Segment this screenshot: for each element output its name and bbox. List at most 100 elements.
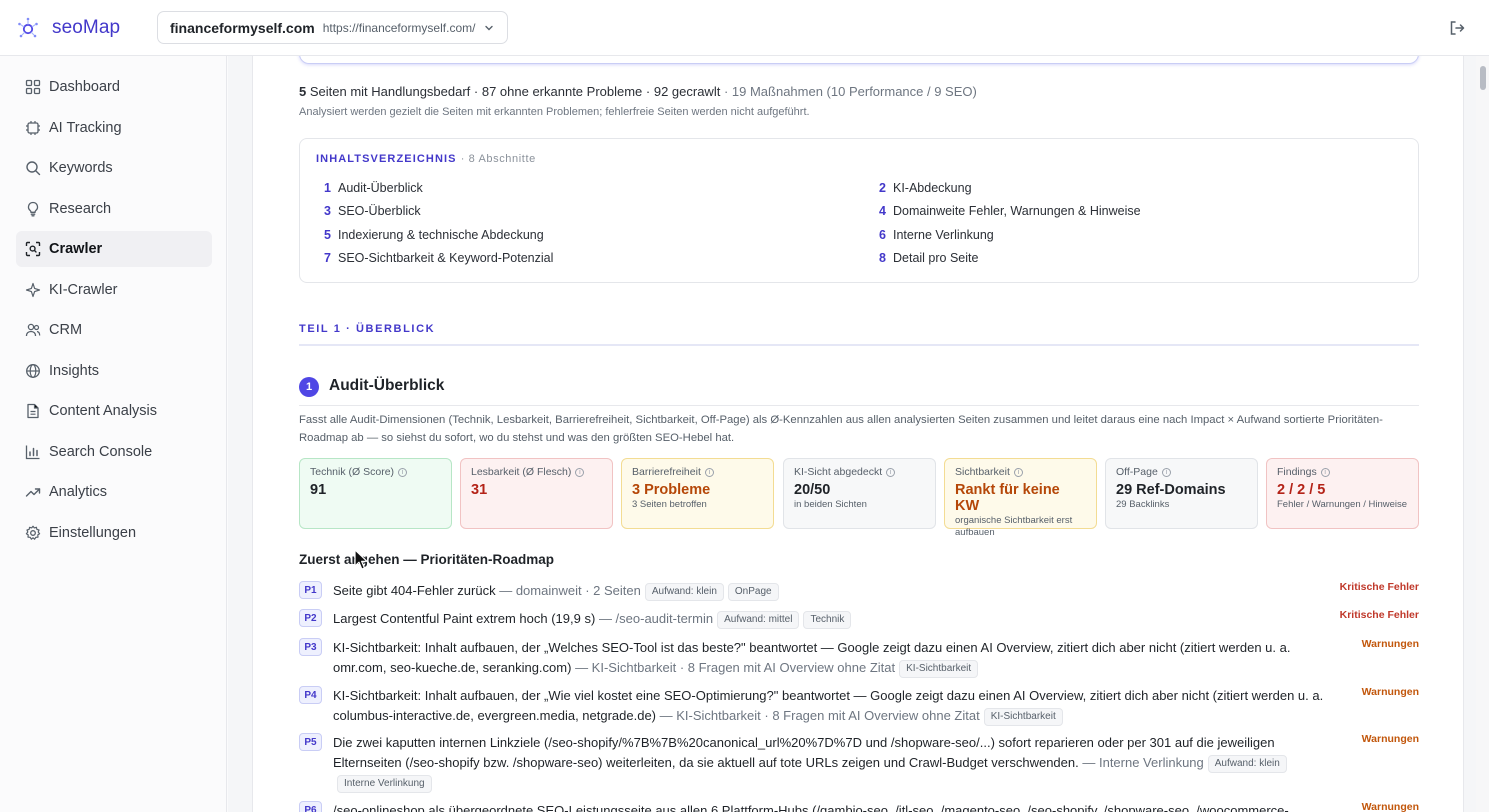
toc-label: SEO-Sichtbarkeit & Keyword-Potenzial bbox=[338, 251, 554, 265]
severity-label: Kritische Fehler bbox=[1339, 609, 1419, 621]
priority-badge: P1 bbox=[299, 581, 322, 599]
sidebar-item-keywords[interactable]: Keywords bbox=[16, 150, 212, 186]
info-icon[interactable]: i bbox=[1013, 467, 1023, 477]
site-selector[interactable]: financeformyself.com https://financeform… bbox=[157, 11, 509, 44]
pages-text: Seiten mit Handlungsbedarf · 87 ohne erk… bbox=[309, 84, 721, 99]
kpi-label: Off-Page bbox=[1116, 466, 1158, 478]
section-title: Audit-Überblick bbox=[329, 377, 445, 394]
kpi-value: 29 Ref-Domains bbox=[1116, 482, 1226, 498]
brand[interactable]: seoMap bbox=[16, 16, 141, 40]
priority-badge: P6 bbox=[299, 801, 322, 812]
toc-item[interactable]: 4 Domainweite Fehler, Warnungen & Hinweis… bbox=[879, 204, 1141, 218]
toc-label: Domainweite Fehler, Warnungen & Hinweise bbox=[893, 204, 1141, 218]
kpi-label: Technik (Ø Score) bbox=[310, 466, 395, 478]
crawler-icon bbox=[25, 241, 41, 257]
site-domain: financeformyself.com bbox=[170, 19, 315, 36]
logout-icon[interactable] bbox=[1447, 18, 1467, 38]
info-icon[interactable]: i bbox=[1161, 467, 1171, 477]
toc-label: Interne Verlinkung bbox=[893, 228, 994, 242]
info-icon[interactable]: i bbox=[886, 467, 896, 477]
section-divider bbox=[299, 405, 1419, 406]
toc-item[interactable]: 3 SEO-Überblick bbox=[324, 204, 421, 218]
logo-icon bbox=[18, 17, 38, 37]
sidebar-item-crawler[interactable]: Crawler bbox=[16, 231, 212, 267]
toc-title: INHALTSVERZEICHNIS bbox=[316, 153, 457, 165]
info-icon[interactable]: i bbox=[575, 467, 585, 477]
severity-label: Kritische Fehler bbox=[1339, 581, 1419, 593]
part-heading: TEIL 1 · ÜBERBLICK bbox=[299, 323, 436, 335]
info-icon[interactable]: i bbox=[704, 467, 714, 477]
toc-number: 8 bbox=[879, 251, 886, 265]
sidebar-item-research[interactable]: Research bbox=[16, 191, 212, 227]
kpi-label: Sichtbarkeit bbox=[955, 466, 1010, 478]
kpi-subtext: 29 Backlinks bbox=[1116, 499, 1170, 510]
toc-item[interactable]: 7 SEO-Sichtbarkeit & Keyword-Potenzial bbox=[324, 251, 553, 265]
section-number-badge: 1 bbox=[299, 377, 319, 397]
sidebar-item-insights[interactable]: Insights bbox=[16, 353, 212, 389]
sidebar-item-label: Search Console bbox=[49, 444, 153, 460]
section-description: Fasst alle Audit-Dimensionen (Technik, L… bbox=[299, 414, 1383, 444]
lightbulb-icon bbox=[27, 201, 39, 217]
toc-number: 4 bbox=[879, 204, 886, 218]
toc-label: KI-Abdeckung bbox=[893, 181, 972, 195]
sidebar-item-label: Insights bbox=[49, 363, 99, 379]
sidebar-item-search-console[interactable]: Search Console bbox=[16, 434, 212, 470]
sidebar-item-label: Content Analysis bbox=[49, 403, 158, 419]
severity-label: Warnungen bbox=[1361, 733, 1419, 745]
tag: Aufwand: klein bbox=[644, 583, 724, 601]
tag: Aufwand: mittel bbox=[717, 611, 800, 629]
toc-header: INHALTSVERZEICHNIS · 8 Abschnitte bbox=[316, 153, 536, 165]
sidebar-item-label: Analytics bbox=[49, 484, 108, 500]
roadmap-item-meta: — /seo-audit-termin bbox=[598, 611, 714, 626]
part-divider bbox=[299, 344, 1419, 346]
kpi-value: Rankt für keine KW bbox=[955, 482, 1060, 514]
info-icon[interactable]: i bbox=[398, 467, 408, 477]
sidebar-item-label: Research bbox=[49, 201, 112, 217]
toc-number: 2 bbox=[879, 181, 886, 195]
sidebar-item-label: Dashboard bbox=[49, 79, 120, 95]
bar-chart-icon bbox=[25, 445, 40, 460]
brand-name: seoMap bbox=[52, 16, 121, 38]
sidebar-item-einstellungen[interactable]: Einstellungen bbox=[16, 515, 212, 551]
measures-text: · 19 Maßnahmen (10 Performance / 9 SEO) bbox=[723, 84, 977, 99]
kpi-value: 2 / 2 / 5 bbox=[1277, 482, 1326, 498]
scrollbar-thumb[interactable] bbox=[1480, 66, 1486, 90]
kpi-card-sichtbarkeit: Sichtbarkeit i Rankt für keine KW organis… bbox=[944, 458, 1097, 538]
toc-item[interactable]: 8 Detail pro Seite bbox=[879, 251, 978, 265]
roadmap-item-text: /seo-onlineshop als übergeordnete SEO-Le… bbox=[333, 803, 1289, 812]
info-icon[interactable]: i bbox=[1320, 467, 1330, 477]
sidebar-item-label: KI-Crawler bbox=[49, 282, 118, 298]
toc-item[interactable]: 2 KI-Abdeckung bbox=[879, 181, 972, 195]
sidebar-item-label: Crawler bbox=[49, 241, 103, 257]
sidebar-item-label: AI Tracking bbox=[49, 120, 122, 136]
users-icon bbox=[25, 323, 41, 337]
kpi-card-barrierefreiheit: Barrierefreiheit i 3 Probleme 3 Seiten be… bbox=[621, 458, 774, 529]
scrollbar[interactable] bbox=[1476, 56, 1489, 812]
previous-panel-edge bbox=[299, 56, 1419, 64]
roadmap-item-text: Seite gibt 404-Fehler zurück bbox=[333, 583, 496, 598]
priority-badge: P3 bbox=[299, 638, 322, 656]
sidebar-item-analytics[interactable]: Analytics bbox=[16, 474, 212, 510]
kpi-value: 3 Probleme bbox=[632, 482, 711, 498]
sidebar: Dashboard AI Tracking Keywords Research … bbox=[0, 56, 227, 812]
toc-number: 3 bbox=[324, 204, 331, 218]
site-url: https://financeformyself.com/ bbox=[322, 20, 476, 35]
sidebar-item-content-analysis[interactable]: Content Analysis bbox=[16, 393, 212, 429]
sidebar-item-dashboard[interactable]: Dashboard bbox=[16, 69, 212, 105]
summary-note: Analysiert werden gezielt die Seiten mit… bbox=[299, 106, 810, 118]
kpi-value: 91 bbox=[310, 482, 327, 498]
severity-label: Warnungen bbox=[1361, 638, 1419, 650]
toc-item[interactable]: 5 Indexierung & technische Abdeckung bbox=[324, 228, 544, 242]
roadmap-title: Zuerst angehen — Prioritäten-Roadmap bbox=[299, 552, 555, 567]
sidebar-item-label: CRM bbox=[49, 322, 83, 338]
toc-number: 5 bbox=[324, 228, 331, 242]
tag: KI-Sichtbarkeit bbox=[899, 660, 979, 678]
priority-badge: P2 bbox=[299, 609, 322, 627]
sidebar-item-ki-crawler[interactable]: KI-Crawler bbox=[16, 272, 212, 308]
kpi-card-findings: Findings i 2 / 2 / 5 Fehler / Warnungen /… bbox=[1266, 458, 1419, 529]
sidebar-item-crm[interactable]: CRM bbox=[16, 312, 212, 348]
table-of-contents: INHALTSVERZEICHNIS · 8 Abschnitte 1 Audit… bbox=[299, 138, 1419, 283]
toc-item[interactable]: 6 Interne Verlinkung bbox=[879, 228, 994, 242]
sidebar-item-ai-tracking[interactable]: AI Tracking bbox=[16, 110, 212, 146]
toc-item[interactable]: 1 Audit-Überblick bbox=[324, 181, 423, 195]
